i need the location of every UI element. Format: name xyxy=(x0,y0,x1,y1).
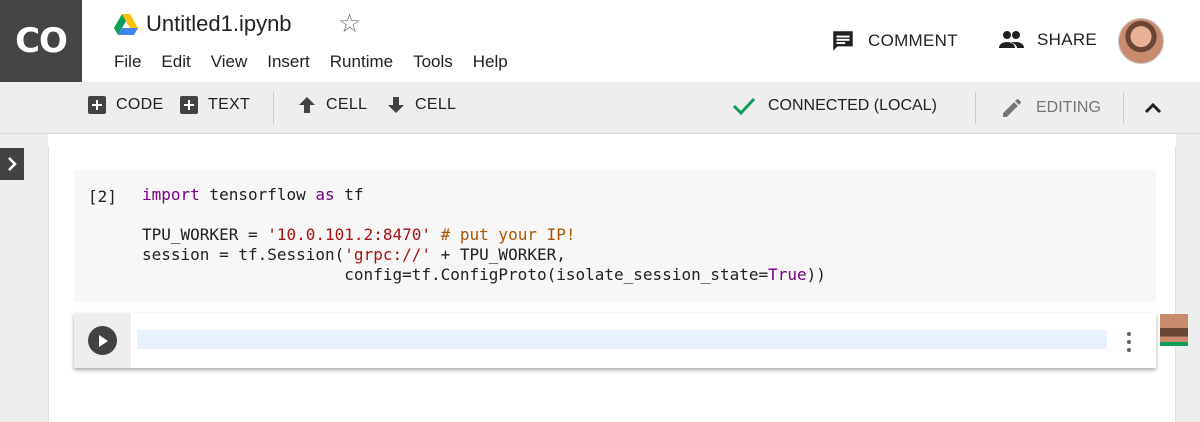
comment-icon xyxy=(833,31,853,51)
editing-mode-label: EDITING xyxy=(1036,99,1101,116)
connection-status-label: CONNECTED (LOCAL) xyxy=(768,97,937,114)
cell-editor-input[interactable] xyxy=(137,330,1107,349)
notebook-toolbar: CODE TEXT CELL CELL CONNECTED (LOCAL) ED… xyxy=(0,82,1200,134)
code-line: TPU_WORKER = '10.0.101.2:8470' # put you… xyxy=(142,225,826,245)
collaborator-avatar xyxy=(1160,314,1188,346)
code-comment: # put your IP! xyxy=(431,225,576,244)
menu-tools[interactable]: Tools xyxy=(413,52,453,72)
menu-file[interactable]: File xyxy=(114,52,141,72)
code-line-blank: ​ xyxy=(142,205,826,225)
add-text-button[interactable]: TEXT xyxy=(180,96,250,114)
code-token: True xyxy=(768,265,807,284)
code-line: session = tf.Session('grpc://' + TPU_WOR… xyxy=(142,245,826,265)
code-token: config=tf.ConfigProto(isolate_session_st… xyxy=(142,265,769,284)
more-vert-icon[interactable] xyxy=(1120,330,1138,354)
menu-view[interactable]: View xyxy=(211,52,248,72)
editing-mode-button[interactable]: EDITING xyxy=(1000,96,1101,120)
menu-insert[interactable]: Insert xyxy=(267,52,310,72)
share-label: SHARE xyxy=(1037,30,1098,49)
move-cell-up-button[interactable]: CELL xyxy=(298,96,367,114)
share-button[interactable]: SHARE xyxy=(997,28,1097,52)
code-token: )) xyxy=(806,265,826,284)
pencil-icon xyxy=(1003,98,1021,117)
right-gutter xyxy=(1176,134,1200,422)
code-token: tf xyxy=(334,185,364,204)
user-avatar[interactable] xyxy=(1118,18,1164,64)
code-token: import xyxy=(142,185,200,204)
google-drive-icon xyxy=(114,14,138,35)
plus-box-icon xyxy=(88,96,106,114)
move-cell-up-label: CELL xyxy=(326,96,368,113)
add-text-label: TEXT xyxy=(208,96,251,113)
code-token: session = tf.Session( xyxy=(142,245,345,264)
star-outline-icon[interactable]: ☆ xyxy=(338,8,361,39)
execution-count: [2] xyxy=(88,187,117,206)
code-token: TPU_WORKER = xyxy=(142,225,268,244)
comment-label: COMMENT xyxy=(868,31,958,50)
code-line: config=tf.ConfigProto(isolate_session_st… xyxy=(142,265,826,285)
people-icon xyxy=(999,31,1024,48)
toolbar-divider xyxy=(975,92,976,124)
code-token: 'grpc://' xyxy=(344,245,431,264)
notebook-title[interactable]: Untitled1.ipynb xyxy=(146,11,292,37)
move-cell-down-label: CELL xyxy=(415,96,457,113)
play-icon xyxy=(98,334,108,347)
sidebar-toggle-button[interactable] xyxy=(0,148,24,180)
code-token: + TPU_WORKER, xyxy=(431,245,566,264)
menu-bar: File Edit View Insert Runtime Tools Help xyxy=(114,52,528,72)
code-token: '10.0.101.2:8470' xyxy=(267,225,431,244)
chevron-right-icon xyxy=(8,157,17,171)
code-editor[interactable]: import tensorflow as tf​TPU_WORKER = '10… xyxy=(142,185,826,285)
check-icon xyxy=(732,97,756,116)
run-cell-button[interactable] xyxy=(88,326,117,355)
menu-edit[interactable]: Edit xyxy=(161,52,190,72)
arrow-down-icon xyxy=(388,97,404,113)
colab-logo[interactable]: CO xyxy=(0,0,82,82)
connection-status[interactable]: CONNECTED (LOCAL) xyxy=(732,96,937,116)
code-token: as xyxy=(315,185,335,204)
arrow-up-icon xyxy=(299,97,315,113)
plus-box-icon xyxy=(180,96,198,114)
code-line: import tensorflow as tf xyxy=(142,185,826,205)
add-code-label: CODE xyxy=(116,96,164,113)
code-token: tensorflow xyxy=(199,185,316,204)
move-cell-down-button[interactable]: CELL xyxy=(387,96,456,114)
toolbar-divider xyxy=(273,92,274,124)
menu-help[interactable]: Help xyxy=(473,52,508,72)
chevron-up-icon[interactable] xyxy=(1140,96,1166,120)
add-code-button[interactable]: CODE xyxy=(88,96,163,114)
menu-runtime[interactable]: Runtime xyxy=(330,52,393,72)
toolbar-divider xyxy=(1123,92,1124,124)
comment-button[interactable]: COMMENT xyxy=(830,28,958,54)
